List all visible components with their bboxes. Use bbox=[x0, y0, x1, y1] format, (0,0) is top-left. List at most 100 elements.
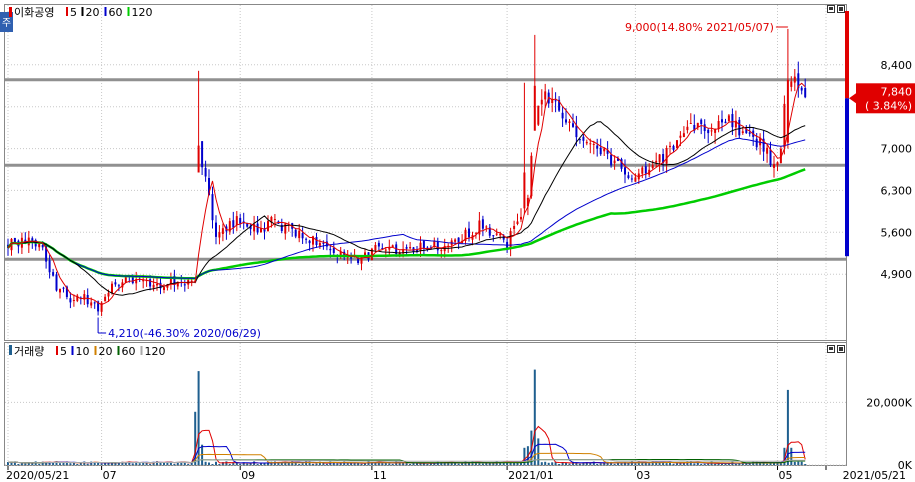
volume-bar bbox=[416, 463, 418, 465]
candle-body bbox=[267, 221, 269, 232]
volume-bar bbox=[599, 463, 602, 465]
volume-bar bbox=[187, 463, 190, 465]
candle-body bbox=[520, 216, 522, 220]
price-legend-marker bbox=[9, 7, 12, 17]
legend-label: 20 bbox=[99, 345, 113, 358]
candle-body bbox=[561, 112, 564, 119]
volume-axis-label: 20,000K bbox=[866, 396, 912, 409]
candle-body bbox=[86, 295, 89, 305]
candle-body bbox=[565, 119, 567, 123]
volume-legend-marker bbox=[9, 345, 12, 355]
candle-body bbox=[204, 167, 207, 177]
candle-body bbox=[689, 123, 692, 124]
stock-chart: 4,9005,6006,3007,0008,400 0K20,000K 2020… bbox=[0, 4, 915, 482]
volume-bar bbox=[537, 438, 540, 465]
candle-body bbox=[686, 126, 689, 131]
volume-bar bbox=[457, 463, 460, 465]
candle-body bbox=[301, 233, 304, 239]
volume-bar bbox=[204, 461, 207, 465]
volume-bar bbox=[24, 463, 27, 465]
price-legend-title: 이화공영 bbox=[14, 6, 54, 19]
volume-bar bbox=[20, 463, 23, 465]
candle-body bbox=[221, 228, 224, 234]
candle-body bbox=[83, 294, 86, 300]
date-axis-label: 2021/01 bbox=[508, 469, 554, 482]
candle-body bbox=[627, 175, 630, 178]
volume-bar bbox=[689, 461, 692, 465]
candle-body bbox=[585, 141, 588, 144]
date-axis-label: 11 bbox=[373, 469, 387, 482]
candle-body bbox=[568, 121, 571, 123]
candle-body bbox=[201, 141, 204, 168]
candle-body bbox=[634, 177, 637, 182]
candle-body bbox=[384, 249, 387, 251]
candle-body bbox=[731, 114, 734, 128]
volume-bar bbox=[301, 463, 304, 465]
candle-body bbox=[318, 242, 321, 246]
candle-body bbox=[62, 287, 65, 289]
candle-body bbox=[748, 132, 751, 134]
volume-bar bbox=[721, 463, 723, 465]
candle-body bbox=[592, 144, 595, 145]
volume-bar bbox=[263, 463, 266, 465]
legend-swatch bbox=[140, 346, 143, 355]
candle-body bbox=[308, 240, 311, 244]
legend-label: 20 bbox=[86, 6, 100, 19]
candle-body bbox=[544, 91, 547, 100]
legend-swatch bbox=[104, 7, 107, 16]
candle-body bbox=[596, 145, 599, 149]
volume-bar bbox=[228, 463, 231, 465]
volume-bar bbox=[325, 464, 328, 465]
price-axis-label: 4,900 bbox=[881, 268, 913, 281]
volume-bar bbox=[336, 463, 339, 465]
legend-swatch bbox=[94, 346, 97, 355]
candle-body bbox=[589, 143, 592, 145]
volume-bar bbox=[391, 463, 394, 465]
candle-body bbox=[72, 300, 75, 301]
volume-bar bbox=[478, 463, 481, 465]
candle-body bbox=[738, 119, 741, 136]
max-price-annotation: 9,000(14.80% 2021/05/07) bbox=[625, 21, 774, 34]
legend-label: 5 bbox=[60, 345, 67, 358]
candle-body bbox=[149, 279, 152, 287]
candle-body bbox=[377, 242, 380, 247]
candle-body bbox=[603, 148, 606, 152]
candle-body bbox=[769, 149, 772, 165]
candle-body bbox=[766, 147, 769, 154]
candle-body bbox=[485, 226, 488, 228]
volume-bar bbox=[540, 462, 543, 465]
candle-body bbox=[554, 100, 557, 102]
candle-body bbox=[156, 284, 158, 286]
candle-body bbox=[599, 147, 602, 155]
volume-bar bbox=[405, 462, 408, 465]
price-axis-label: 8,400 bbox=[881, 59, 913, 72]
candle-body bbox=[436, 242, 439, 251]
candle-body bbox=[665, 148, 668, 164]
candle-body bbox=[419, 242, 422, 251]
candle-body bbox=[676, 140, 678, 148]
legend-swatch bbox=[117, 346, 120, 355]
candle-body bbox=[703, 124, 706, 131]
legend-label: 60 bbox=[122, 345, 136, 358]
last-price-tag: 7,840 ( 3.84%) bbox=[849, 83, 915, 114]
volume-bar bbox=[793, 461, 796, 465]
volume-bar bbox=[149, 463, 152, 465]
candle-body bbox=[90, 302, 93, 306]
volume-bar bbox=[215, 461, 217, 465]
volume-bar bbox=[246, 463, 249, 465]
candle-body bbox=[624, 167, 626, 175]
legend-swatch bbox=[71, 346, 74, 355]
candle-body bbox=[540, 99, 543, 105]
price-axis-label: 6,300 bbox=[881, 184, 913, 197]
candle-body bbox=[710, 130, 713, 132]
legend-label: 60 bbox=[109, 6, 123, 19]
candle-body bbox=[104, 296, 107, 302]
legend-label: 120 bbox=[132, 6, 153, 19]
volume-bar bbox=[800, 461, 803, 465]
candle-body bbox=[405, 247, 408, 249]
volume-bar bbox=[700, 463, 703, 465]
candle-body bbox=[152, 284, 155, 288]
date-axis-label: 2021/05/21 bbox=[843, 469, 906, 482]
candle-body bbox=[239, 217, 242, 224]
candle-body bbox=[537, 105, 540, 125]
